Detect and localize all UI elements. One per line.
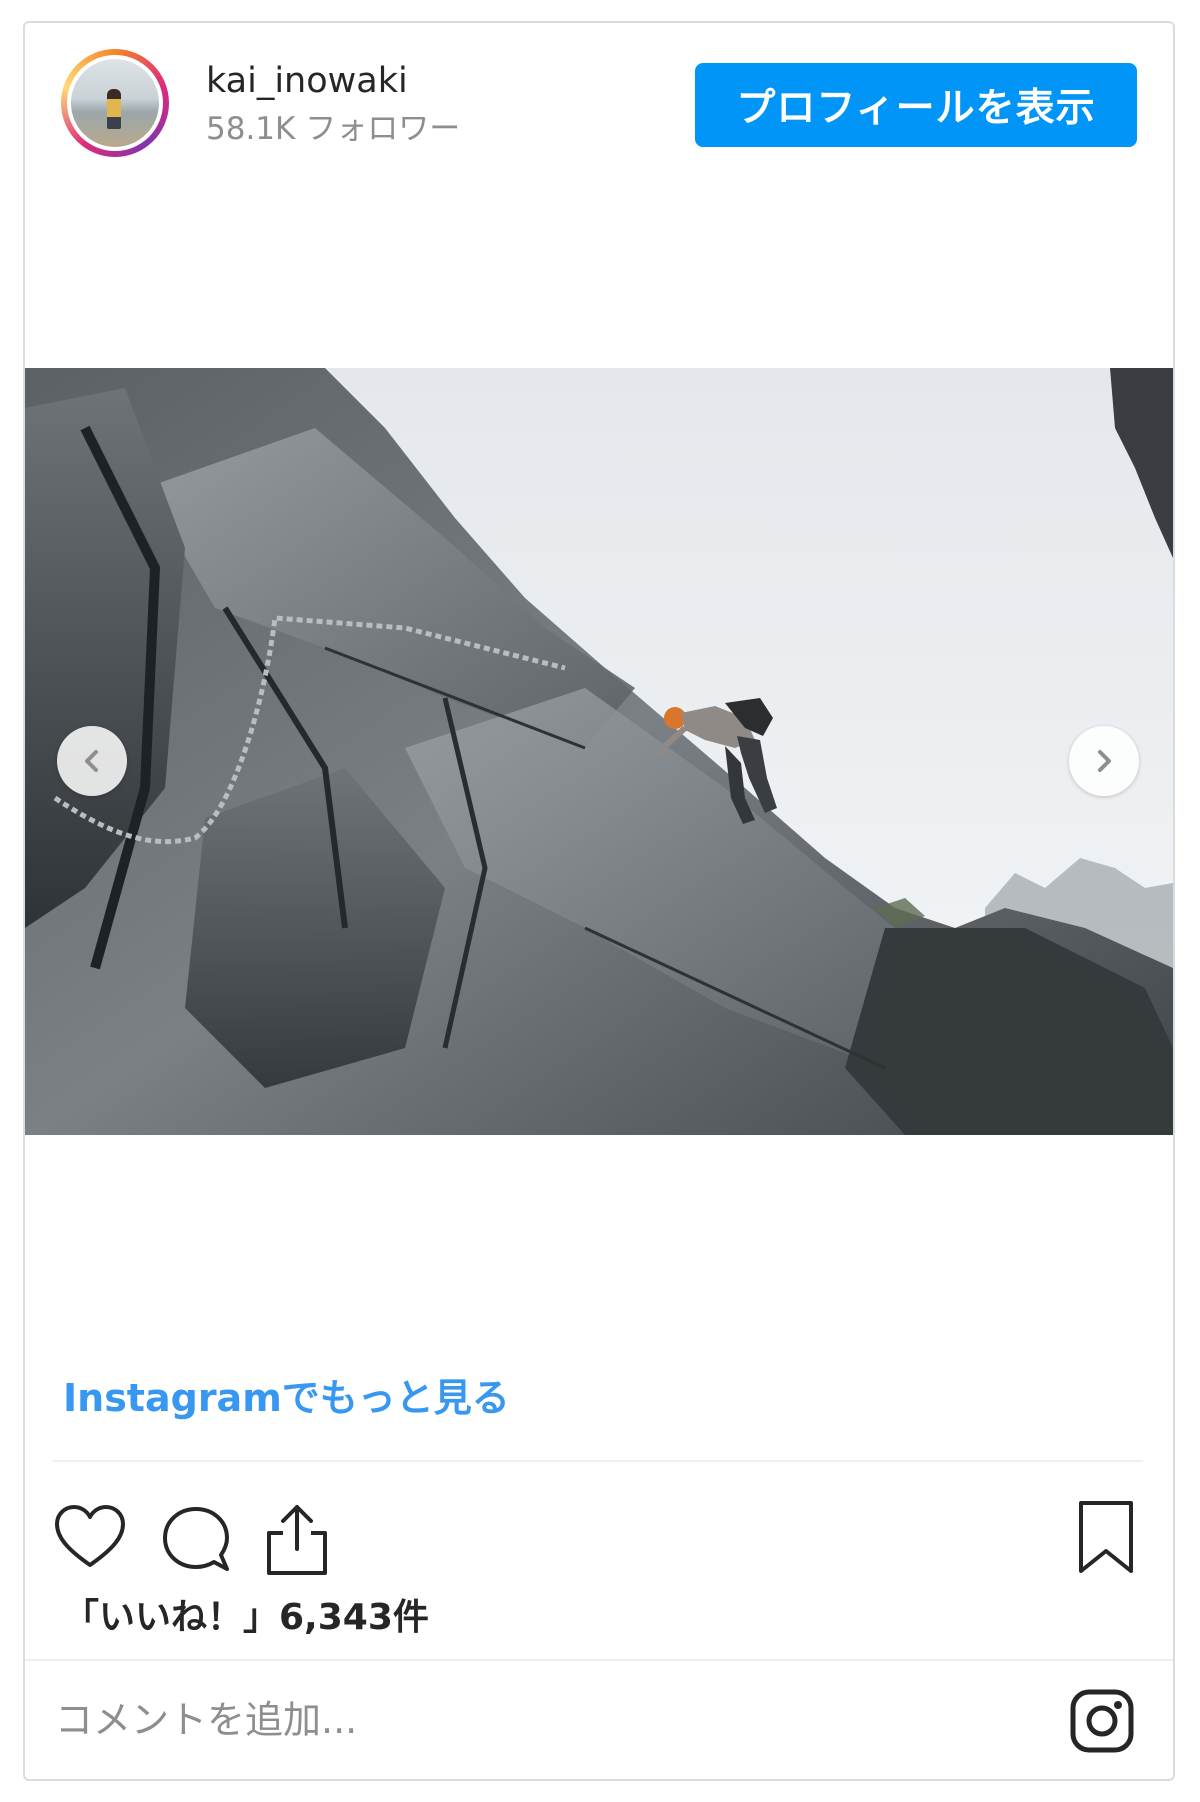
view-more-on-instagram-link[interactable]: Instagramでもっと見る	[63, 1373, 510, 1423]
bookmark-icon[interactable]	[1075, 1499, 1137, 1577]
divider	[25, 1659, 1173, 1661]
post-photo[interactable]	[25, 368, 1173, 1135]
previous-photo-button[interactable]	[57, 726, 127, 796]
avatar-person	[107, 89, 121, 129]
heart-icon[interactable]	[53, 1503, 127, 1573]
avatar-frame	[67, 55, 163, 151]
share-icon[interactable]	[261, 1499, 333, 1579]
follower-count: 58.1K フォロワー	[206, 111, 461, 147]
view-profile-button[interactable]: プロフィールを表示	[695, 63, 1137, 147]
divider	[53, 1460, 1143, 1462]
comment-bubble-icon[interactable]	[159, 1503, 233, 1577]
next-photo-button[interactable]	[1069, 726, 1139, 796]
instagram-embed-card: kai_inowaki 58.1K フォロワー プロフィールを表示 Instag…	[23, 21, 1175, 1781]
avatar-photo	[71, 59, 159, 147]
climber-photo	[25, 368, 1173, 1135]
chevron-left-icon	[85, 750, 98, 772]
instagram-icon[interactable]	[1069, 1688, 1135, 1754]
username-link[interactable]: kai_inowaki	[206, 57, 408, 105]
avatar[interactable]	[61, 49, 169, 157]
chevron-right-icon	[1098, 750, 1111, 772]
add-comment-input[interactable]	[55, 1690, 1035, 1750]
like-count[interactable]: 「いいね！」6,343件	[63, 1593, 429, 1643]
